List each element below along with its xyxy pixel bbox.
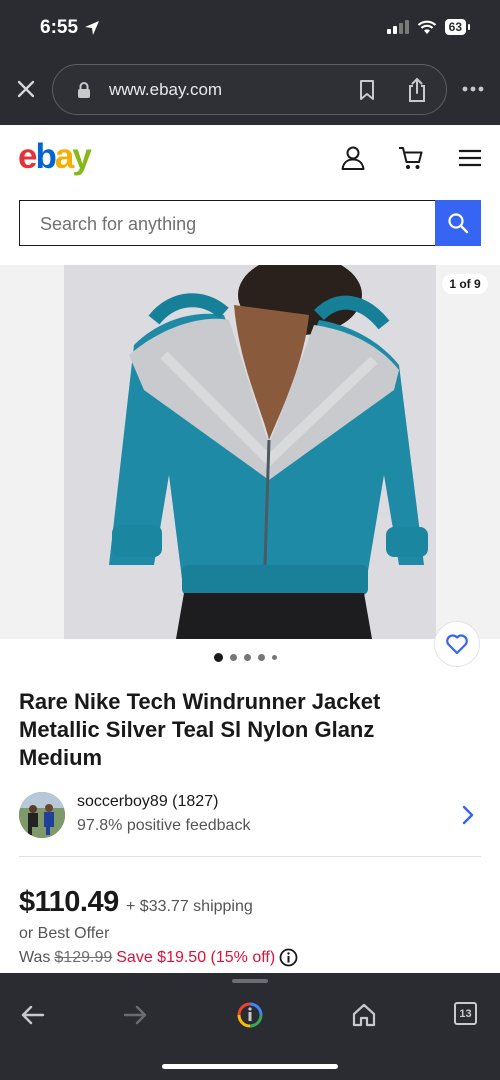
signal-icon [386,20,409,34]
status-bar-indicators: 63 [386,19,471,35]
search-button[interactable] [435,200,481,246]
savings-text: Save $19.50 (15% off) [116,948,276,966]
wifi-icon [417,20,436,34]
best-offer-text: or Best Offer [19,925,110,942]
seller-name[interactable]: soccerboy89 (1827) [77,793,218,811]
pagination-dot[interactable] [244,654,251,661]
pagination-dot[interactable] [272,655,277,660]
shipping-cost: + $33.77 shipping [126,898,253,915]
was-price-line: Was $129.99 Save $19.50 (15% off) [19,948,298,967]
home-indicator[interactable] [162,1064,338,1069]
item-price: $110.49 [19,886,119,918]
bookmark-icon[interactable] [357,79,377,101]
battery-indicator: 63 [444,19,471,35]
add-to-watchlist-button[interactable] [434,621,480,667]
location-arrow-icon [85,21,100,35]
logo-letter: y [72,137,92,176]
address-bar[interactable]: www.ebay.com [52,64,447,115]
home-icon[interactable] [350,1001,378,1029]
google-icon[interactable] [236,1001,264,1029]
user-icon[interactable] [340,145,366,171]
logo-letter: a [54,137,75,176]
sheet-handle[interactable] [232,979,268,983]
was-price: $129.99 [54,948,113,966]
search-placeholder: Search for anything [40,214,197,234]
image-counter: 1 of 9 [442,274,488,294]
pagination-dot[interactable] [258,654,265,661]
browser-chrome: 6:55 63 www.ebay.com [0,0,500,125]
tab-switcher-button[interactable]: 13 [454,1002,477,1025]
time-text: 6:55 [40,17,79,38]
pagination-dot[interactable] [230,654,237,661]
logo-letter: e [18,137,38,176]
forward-icon[interactable] [121,1001,149,1029]
was-label: Was [19,948,51,966]
menu-icon[interactable] [457,145,483,171]
heart-icon [446,634,468,655]
chevron-right-icon[interactable] [461,804,475,826]
pagination-dot[interactable] [214,653,223,662]
url-text: www.ebay.com [109,80,223,99]
more-icon[interactable] [461,80,485,98]
cart-icon[interactable] [398,145,424,171]
info-icon[interactable] [279,948,298,967]
close-icon[interactable] [15,78,37,100]
back-icon[interactable] [19,1001,47,1029]
divider [19,856,481,857]
share-icon[interactable] [406,77,428,103]
listing-title: Rare Nike Tech Windrunner Jacket Metalli… [19,689,381,770]
product-gallery[interactable] [0,265,500,639]
seller-info[interactable]: soccerboy89 (1827) 97.8% positive feedba… [19,790,481,840]
gallery-pagination [214,653,277,662]
search-icon [448,213,469,234]
ebay-logo[interactable]: ebay [18,137,92,177]
product-image[interactable] [64,265,436,639]
logo-letter: b [35,137,56,176]
status-bar-time: 6:55 [40,17,100,39]
seller-feedback: 97.8% positive feedback [77,817,251,834]
lock-icon [78,82,90,98]
search-input[interactable]: Search for anything [19,200,435,246]
seller-avatar[interactable] [19,792,65,838]
